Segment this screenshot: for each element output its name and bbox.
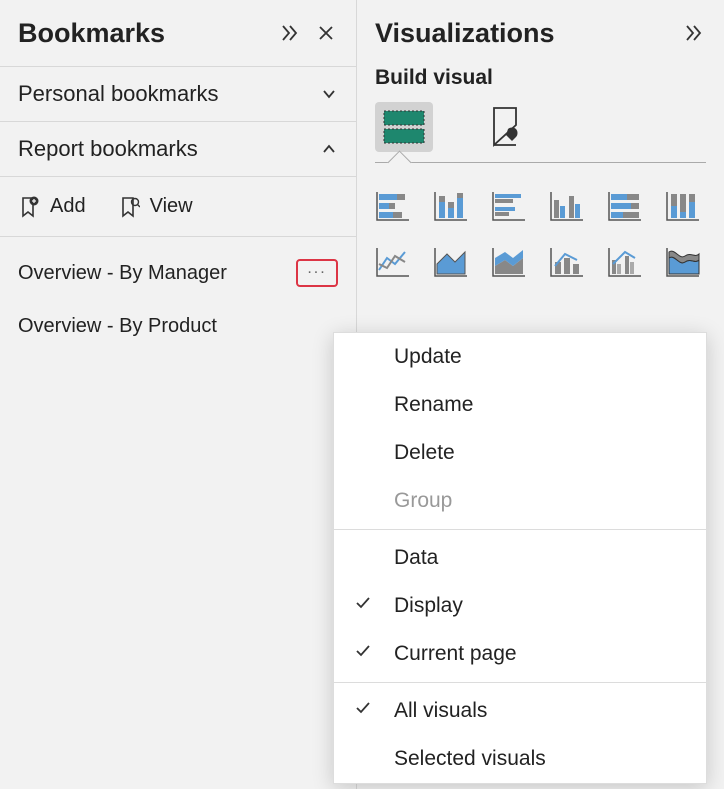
check-icon (354, 642, 372, 666)
line-clustered-column-icon[interactable] (607, 244, 643, 280)
menu-all-visuals[interactable]: All visuals (334, 687, 706, 735)
stacked-column-icon[interactable] (433, 188, 469, 224)
viz-title: Visualizations (375, 18, 670, 49)
menu-group: Group (334, 477, 706, 525)
bookmark-item[interactable]: Overview - By Manager ... (0, 245, 356, 301)
menu-current-page-label: Current page (394, 642, 517, 665)
menu-separator (334, 682, 706, 683)
check-icon (354, 594, 372, 618)
report-bookmarks-section[interactable]: Report bookmarks (0, 122, 356, 177)
bookmark-more-button[interactable]: ... (296, 259, 338, 287)
bookmark-add-icon (18, 196, 40, 218)
bookmarks-title: Bookmarks (18, 18, 266, 49)
menu-selected-visuals[interactable]: Selected visuals (334, 735, 706, 783)
bookmark-item-label: Overview - By Product (18, 315, 338, 338)
hundred-column-icon[interactable] (665, 188, 701, 224)
add-bookmark-button[interactable]: Add (18, 195, 86, 218)
bookmark-context-menu: Update Rename Delete Group Data Display … (333, 332, 707, 784)
menu-data[interactable]: Data (334, 534, 706, 582)
ribbon-chart-icon[interactable] (665, 244, 701, 280)
bookmarks-header: Bookmarks (0, 0, 356, 66)
menu-delete[interactable]: Delete (334, 429, 706, 477)
chevron-down-icon (320, 85, 338, 103)
collapse-forward-icon[interactable] (278, 21, 302, 45)
line-chart-icon[interactable] (375, 244, 411, 280)
personal-bookmarks-label: Personal bookmarks (18, 81, 320, 107)
hundred-bar-icon[interactable] (607, 188, 643, 224)
build-visual-label: Build visual (357, 66, 724, 98)
add-label: Add (50, 195, 86, 218)
menu-update[interactable]: Update (334, 333, 706, 381)
format-visual-tab[interactable] (477, 102, 535, 152)
stacked-bar-icon[interactable] (375, 188, 411, 224)
bookmark-view-icon (118, 196, 140, 218)
stacked-area-icon[interactable] (491, 244, 527, 280)
bookmarks-toolbar: Add View (0, 177, 356, 237)
bookmark-list: Overview - By Manager ... Overview - By … (0, 237, 356, 360)
view-label: View (150, 195, 193, 218)
bookmark-item-label: Overview - By Manager (18, 262, 292, 285)
area-chart-icon[interactable] (433, 244, 469, 280)
menu-rename[interactable]: Rename (334, 381, 706, 429)
bookmarks-panel: Bookmarks Personal bookmarks Report book… (0, 0, 357, 789)
menu-all-visuals-label: All visuals (394, 699, 487, 722)
check-icon (354, 699, 372, 723)
viz-header: Visualizations (357, 0, 724, 66)
bookmark-item[interactable]: Overview - By Product (0, 301, 356, 352)
personal-bookmarks-section[interactable]: Personal bookmarks (0, 66, 356, 122)
close-icon[interactable] (314, 21, 338, 45)
chevron-up-icon (320, 140, 338, 158)
chart-type-grid (357, 176, 724, 292)
clustered-column-icon[interactable] (549, 188, 585, 224)
clustered-bar-icon[interactable] (491, 188, 527, 224)
report-bookmarks-label: Report bookmarks (18, 136, 320, 162)
menu-display[interactable]: Display (334, 582, 706, 630)
build-mode-icons (357, 98, 724, 162)
line-stacked-column-icon[interactable] (549, 244, 585, 280)
build-visual-tab[interactable] (375, 102, 433, 152)
collapse-forward-icon[interactable] (682, 21, 706, 45)
menu-display-label: Display (394, 594, 463, 617)
view-bookmarks-button[interactable]: View (118, 195, 193, 218)
menu-current-page[interactable]: Current page (334, 630, 706, 678)
menu-separator (334, 529, 706, 530)
